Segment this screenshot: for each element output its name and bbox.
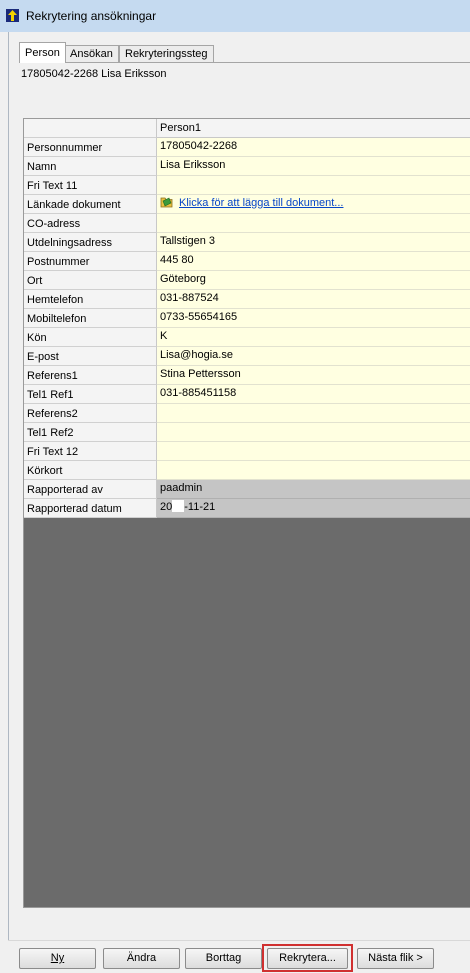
column-header: Person1 <box>157 119 470 138</box>
new-button[interactable]: Ny <box>19 948 96 969</box>
row-label: Personnummer <box>24 138 157 157</box>
grid-row-namn[interactable]: Namn Lisa Eriksson <box>24 157 470 176</box>
row-value: paadmin <box>157 480 470 499</box>
row-value[interactable] <box>157 214 470 233</box>
grid-row-kon[interactable]: Kön K <box>24 328 470 347</box>
row-value[interactable] <box>157 461 470 480</box>
row-label: E-post <box>24 347 157 366</box>
grid-row-tel1-ref1[interactable]: Tel1 Ref1 031-885451158 <box>24 385 470 404</box>
tab-person[interactable]: Person <box>19 42 66 63</box>
tab-divider <box>19 62 470 63</box>
row-label: Mobiltelefon <box>24 309 157 328</box>
tab-rekryteringssteg[interactable]: Rekryteringssteg <box>119 45 214 62</box>
row-label: Postnummer <box>24 252 157 271</box>
grid-row-e-post[interactable]: E-post Lisa@hogia.se <box>24 347 470 366</box>
grid-row-hemtelefon[interactable]: Hemtelefon 031-887524 <box>24 290 470 309</box>
tab-label: Rekryteringssteg <box>125 48 208 60</box>
grid-row-co-adress[interactable]: CO-adress <box>24 214 470 233</box>
row-label: Kön <box>24 328 157 347</box>
grid-row-personnummer[interactable]: Personnummer 17805042-2268 <box>24 138 470 157</box>
grid-corner-cell <box>24 119 157 138</box>
grid-row-utdelningsadress[interactable]: Utdelningsadress Tallstigen 3 <box>24 233 470 252</box>
row-value[interactable]: 0733-55654165 <box>157 309 470 328</box>
edit-button[interactable]: Ändra <box>103 948 180 969</box>
row-value[interactable] <box>157 404 470 423</box>
row-value[interactable] <box>157 442 470 461</box>
row-value[interactable]: 031-885451158 <box>157 385 470 404</box>
row-label: Ort <box>24 271 157 290</box>
row-value[interactable]: Klicka för att lägga till dokument... <box>157 195 470 214</box>
tab-label: Ansökan <box>70 48 113 60</box>
row-value[interactable]: Tallstigen 3 <box>157 233 470 252</box>
row-value[interactable]: Göteborg <box>157 271 470 290</box>
row-value[interactable] <box>157 176 470 195</box>
row-label: Hemtelefon <box>24 290 157 309</box>
date-suffix: -11-21 <box>184 501 216 513</box>
person-summary: 17805042-2268 Lisa Eriksson <box>21 68 167 80</box>
button-label: Borttag <box>205 952 242 964</box>
title-bar: Rekrytering ansökningar <box>0 0 470 32</box>
document-link-icon <box>160 196 173 208</box>
button-label: Nästa flik > <box>368 952 423 964</box>
button-label: Ändra <box>126 952 157 964</box>
row-label: CO-adress <box>24 214 157 233</box>
row-label: Tel1 Ref2 <box>24 423 157 442</box>
grid-row-referens1[interactable]: Referens1 Stina Pettersson <box>24 366 470 385</box>
row-value[interactable]: 445 80 <box>157 252 470 271</box>
grid-row-ort[interactable]: Ort Göteborg <box>24 271 470 290</box>
tab-ansokan[interactable]: Ansökan <box>64 45 119 62</box>
row-label: Utdelningsadress <box>24 233 157 252</box>
grid-row-postnummer[interactable]: Postnummer 445 80 <box>24 252 470 271</box>
grid-row-fri-text-11[interactable]: Fri Text 11 <box>24 176 470 195</box>
grid-row-fri-text-12[interactable]: Fri Text 12 <box>24 442 470 461</box>
row-value[interactable]: 031-887524 <box>157 290 470 309</box>
window-title: Rekrytering ansökningar <box>26 9 157 23</box>
person-grid[interactable]: Person1 Personnummer 17805042-2268 Namn … <box>23 118 470 908</box>
grid-row-rapporterad-datum: Rapporterad datum 20 -11-21 <box>24 499 470 518</box>
row-value[interactable]: Stina Pettersson <box>157 366 470 385</box>
row-label: Rapporterad datum <box>24 499 157 518</box>
grid-header-row: Person1 <box>24 119 470 138</box>
row-value[interactable]: 17805042-2268 <box>157 138 470 157</box>
row-value[interactable]: Lisa@hogia.se <box>157 347 470 366</box>
button-label: Ny <box>50 952 65 964</box>
button-bar: Ny Ändra Borttag Rekrytera... Nästa flik… <box>8 940 470 973</box>
row-label: Referens2 <box>24 404 157 423</box>
grid-row-referens2[interactable]: Referens2 <box>24 404 470 423</box>
row-label: Fri Text 12 <box>24 442 157 461</box>
main-panel: Person Ansökan Rekryteringssteg 17805042… <box>8 32 470 972</box>
row-label: Referens1 <box>24 366 157 385</box>
grid-row-mobiltelefon[interactable]: Mobiltelefon 0733-55654165 <box>24 309 470 328</box>
grid-row-tel1-ref2[interactable]: Tel1 Ref2 <box>24 423 470 442</box>
row-label: Fri Text 11 <box>24 176 157 195</box>
row-value: 20 -11-21 <box>157 499 470 518</box>
tab-label: Person <box>25 47 60 59</box>
redacted-segment <box>172 500 185 512</box>
grid-row-korkort[interactable]: Körkort <box>24 461 470 480</box>
row-label: Rapporterad av <box>24 480 157 499</box>
row-label: Namn <box>24 157 157 176</box>
row-label: Länkade dokument <box>24 195 157 214</box>
date-prefix: 20 <box>160 501 173 513</box>
row-value[interactable]: K <box>157 328 470 347</box>
row-label: Körkort <box>24 461 157 480</box>
add-document-link[interactable]: Klicka för att lägga till dokument... <box>179 197 343 209</box>
next-tab-button[interactable]: Nästa flik > <box>357 948 434 969</box>
row-value[interactable]: Lisa Eriksson <box>157 157 470 176</box>
grid-row-lankade-dokument[interactable]: Länkade dokument Klicka för att lägga ti… <box>24 195 470 214</box>
recruit-button-highlight <box>262 944 353 972</box>
row-label: Tel1 Ref1 <box>24 385 157 404</box>
row-value[interactable] <box>157 423 470 442</box>
app-icon <box>6 9 19 22</box>
grid-row-rapporterad-av: Rapporterad av paadmin <box>24 480 470 499</box>
delete-button[interactable]: Borttag <box>185 948 262 969</box>
